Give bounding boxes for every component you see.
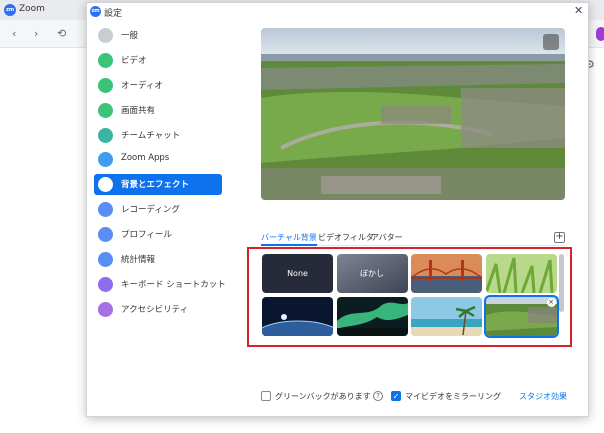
mirror-label: マイビデオをミラーリング [405, 392, 501, 401]
gear-icon [98, 28, 113, 43]
stats-icon [98, 252, 113, 268]
tab-1[interactable]: ビデオフィルタ [318, 232, 374, 243]
sidebar-item-label: キーボード ショートカット [121, 279, 226, 290]
sidebar-item-label: Zoom Apps [121, 153, 170, 164]
apps-icon [98, 152, 113, 168]
sidebar-item-2[interactable]: オーディオ [94, 75, 222, 96]
background-thumb-label [411, 297, 482, 336]
sidebar-item-label: オーディオ [121, 80, 163, 91]
sidebar-item-label: アクセシビリティ [121, 304, 189, 315]
background-thumb-7[interactable]: × [483, 295, 559, 338]
background-thumb-label [486, 297, 557, 336]
sidebar-item-10[interactable]: キーボード ショートカット [94, 274, 226, 295]
background-thumb-1[interactable]: ぼかし [336, 254, 408, 293]
mirror-checkbox[interactable]: ✓ [391, 391, 401, 401]
background-thumb-label [337, 297, 408, 336]
sidebar-item-4[interactable]: チームチャット [94, 125, 222, 146]
accessibility-icon [98, 301, 113, 317]
sidebar-item-7[interactable]: レコーディング [94, 199, 222, 220]
sidebar-item-label: レコーディング [121, 205, 180, 216]
background-thumb-5[interactable] [336, 297, 408, 336]
help-icon[interactable]: ? [373, 391, 383, 401]
sidebar-item-8[interactable]: プロフィール [94, 224, 222, 245]
grid-scrollbar[interactable] [559, 254, 564, 312]
preview-expand-icon[interactable] [543, 34, 559, 50]
sidebar-item-0[interactable]: 一般 [94, 25, 222, 46]
sidebar-item-11[interactable]: アクセシビリティ [94, 299, 222, 320]
background-grid: None ぼかし × [262, 254, 562, 340]
background-thumb-6[interactable] [411, 297, 482, 336]
dialog-titlebar: zm 設定 ✕ [87, 3, 588, 21]
sidebar-item-label: 統計情報 [121, 255, 156, 266]
video-preview [261, 28, 565, 200]
sidebar-item-label: 画面共有 [121, 105, 156, 116]
share-screen-icon [98, 102, 113, 118]
sidebar-item-label: 背景とエフェクト [121, 180, 190, 191]
settings-sidebar: 一般ビデオオーディオ画面共有チームチャット Zoom Apps 背景とエフェクト レコ… [94, 25, 226, 324]
background-thumb-label: None [287, 269, 308, 278]
remove-background-icon[interactable]: × [546, 298, 556, 307]
record-icon [98, 202, 113, 218]
video-icon [98, 52, 113, 68]
sidebar-item-5[interactable]: Zoom Apps [94, 149, 222, 170]
studio-effects-link[interactable]: スタジオ効果 [519, 391, 567, 402]
zoom-logo-icon: zm [4, 4, 16, 16]
greenscreen-checkbox[interactable] [261, 391, 271, 401]
settings-dialog: zm 設定 ✕ 一般ビデオオーディオ画面共有チームチャット Zoom Apps 背景… [86, 2, 589, 417]
background-icon [98, 177, 113, 193]
keyboard-icon [98, 276, 113, 292]
chat-icon [98, 127, 113, 143]
headphones-icon [98, 77, 113, 93]
greenscreen-label: グリーンバックがあります [275, 392, 371, 401]
zoom-logo-icon: zm [90, 6, 101, 17]
sidebar-item-1[interactable]: ビデオ [94, 50, 222, 71]
background-thumb-label [411, 254, 482, 293]
history-icon[interactable]: ⟲ [57, 27, 66, 40]
background-thumb-3[interactable] [485, 254, 557, 293]
dialog-title: 設定 [104, 9, 123, 19]
avatar[interactable] [596, 27, 604, 41]
preview-aerial-image [261, 28, 565, 200]
tab-2[interactable]: アバター [371, 232, 403, 243]
background-thumb-4[interactable] [262, 297, 333, 336]
close-icon[interactable]: ✕ [574, 4, 583, 17]
sidebar-item-3[interactable]: 画面共有 [94, 100, 222, 121]
background-thumb-label [262, 297, 333, 336]
add-background-icon[interactable]: + [554, 232, 565, 243]
forward-icon[interactable]: › [34, 27, 38, 40]
sidebar-item-9[interactable]: 統計情報 [94, 249, 222, 270]
main-window-title: Zoom [19, 4, 45, 14]
sidebar-item-label: プロフィール [121, 230, 172, 241]
profile-icon [98, 227, 113, 243]
background-thumb-2[interactable] [411, 254, 482, 293]
sidebar-item-6[interactable]: 背景とエフェクト [94, 174, 222, 196]
sidebar-item-label: ビデオ [121, 55, 147, 66]
sidebar-item-label: 一般 [121, 31, 139, 41]
back-icon[interactable]: ‹ [12, 27, 16, 40]
background-tabs: バーチャル背景 ビデオフィルタ アバター [261, 232, 565, 246]
background-thumb-label: ぼかし [360, 269, 384, 278]
background-thumb-0[interactable]: None [262, 254, 333, 293]
background-thumb-label [486, 254, 557, 293]
tab-0[interactable]: バーチャル背景 [261, 232, 317, 246]
sidebar-item-label: チームチャット [121, 130, 181, 141]
